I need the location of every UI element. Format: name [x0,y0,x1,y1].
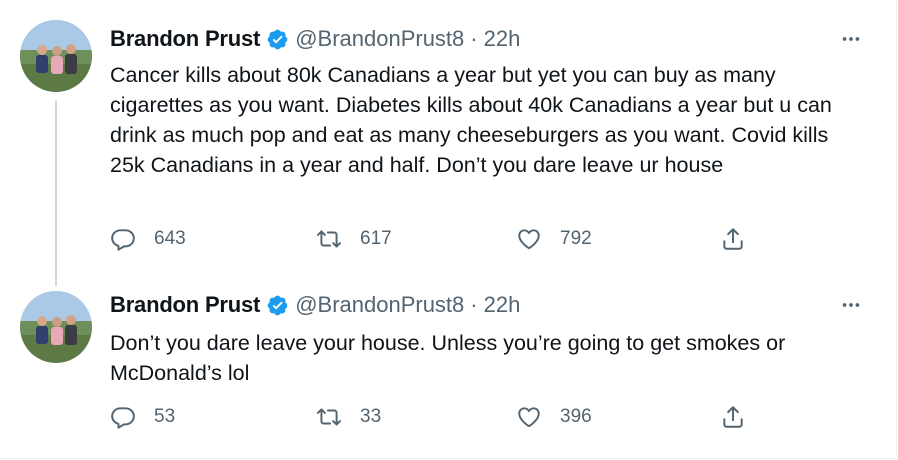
author-name[interactable]: Brandon Prust [110,292,260,318]
like-button[interactable]: 792 [516,226,592,252]
tweet-actions: 53 33 396 [110,404,856,434]
verified-badge-icon [267,29,288,49]
avatar[interactable] [20,291,92,363]
share-icon [723,406,743,428]
avatar[interactable] [20,20,92,92]
reply-count: 53 [154,406,176,427]
tweet-text: Don’t you dare leave your house. Unless … [110,331,792,385]
reply-icon [111,229,135,251]
like-button[interactable]: 396 [516,404,592,430]
timestamp[interactable]: 22h [484,26,521,52]
tweet[interactable]: Brandon Prust @BrandonPrust8 · 22h Don’t… [0,280,896,458]
more-options-button[interactable] [836,290,866,320]
share-button[interactable] [720,226,746,252]
heart-icon [518,407,540,428]
verified-badge-icon [267,295,288,315]
more-options-button[interactable] [836,24,866,54]
reply-icon [111,407,135,429]
retweet-count: 617 [360,228,392,249]
heart-icon [518,229,540,250]
tweet-actions: 643 617 792 [110,226,856,256]
author-name[interactable]: Brandon Prust [110,26,260,52]
tweet-header: Brandon Prust @BrandonPrust8 · 22h [110,24,876,54]
more-options-icon [842,303,860,307]
retweet-button[interactable]: 33 [316,404,381,430]
more-options-icon [842,37,860,41]
author-handle[interactable]: @BrandonPrust8 [295,26,464,52]
share-button[interactable] [720,404,746,430]
reply-button[interactable]: 643 [110,226,186,252]
author-handle[interactable]: @BrandonPrust8 [295,292,464,318]
reply-button[interactable]: 53 [110,404,175,430]
retweet-count: 33 [360,406,382,427]
tweet[interactable]: Brandon Prust @BrandonPrust8 · 22h Cance… [0,0,896,280]
timestamp[interactable]: 22h [484,292,521,318]
tweet-text: Cancer kills about 80k Canadians a year … [110,63,838,177]
reply-count: 643 [154,228,186,249]
tweet-thread: Brandon Prust @BrandonPrust8 · 22h Cance… [0,0,897,459]
separator-dot: · [470,26,478,51]
retweet-icon [316,230,342,248]
like-count: 396 [560,406,592,427]
tweet-header: Brandon Prust @BrandonPrust8 · 22h [110,290,876,320]
retweet-icon [316,408,342,426]
separator-dot: · [470,292,478,317]
share-icon [723,228,743,250]
like-count: 792 [560,228,592,249]
retweet-button[interactable]: 617 [316,226,392,252]
